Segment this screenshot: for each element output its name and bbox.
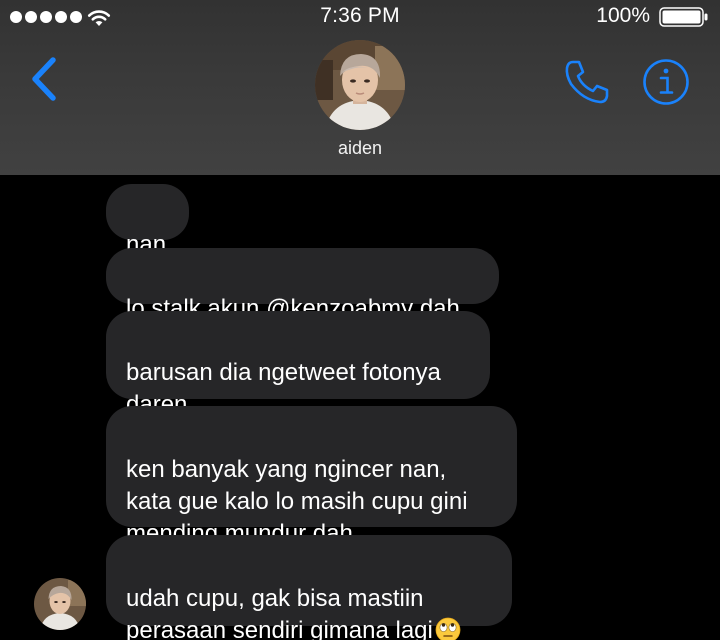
message-bubble[interactable]: udah cupu, gak bisa mastiin perasaan sen… <box>106 535 512 640</box>
message-bubble[interactable]: lo stalk akun @kenzoabmy dah <box>106 248 499 322</box>
battery-full-icon <box>659 7 708 27</box>
info-icon <box>643 59 689 105</box>
status-bar: 7:36 PM 100% <box>0 0 720 34</box>
phone-icon <box>565 60 609 104</box>
message-bubble[interactable]: barusan dia ngetweet fotonya daren <box>106 311 490 418</box>
contact-info: aiden <box>0 40 720 159</box>
battery-percent: 100% <box>596 4 650 27</box>
sender-avatar[interactable] <box>34 578 86 630</box>
conversation-header: 7:36 PM 100% aiden <box>0 0 720 175</box>
message-text: udah cupu, gak bisa mastiin perasaan sen… <box>126 585 433 640</box>
message-bubble[interactable]: nan <box>106 184 189 258</box>
message-bubble[interactable]: ken banyak yang ngincer nan, kata gue ka… <box>106 406 517 547</box>
contact-avatar[interactable] <box>315 40 405 130</box>
call-button[interactable] <box>563 58 611 106</box>
info-button[interactable] <box>641 57 691 107</box>
contact-name[interactable]: aiden <box>0 138 720 159</box>
face-with-rolling-eyes-emoji <box>435 617 461 640</box>
